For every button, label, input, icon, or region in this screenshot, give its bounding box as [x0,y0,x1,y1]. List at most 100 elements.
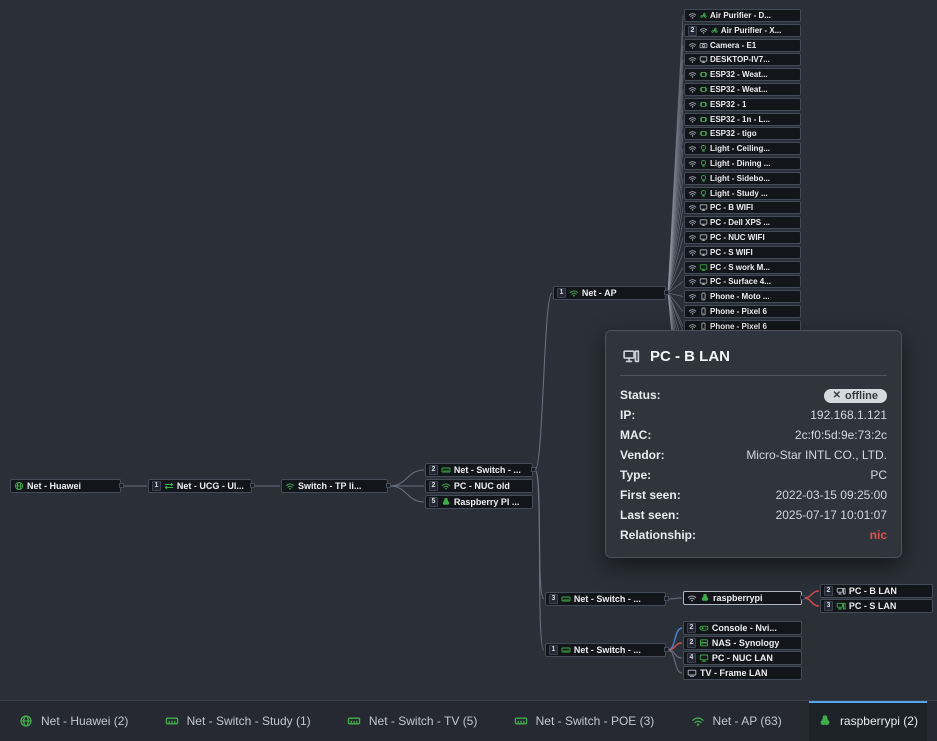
wifi-icon [688,218,697,227]
monitor-icon [699,55,708,64]
node-label: ESP32 - 1 [710,100,746,109]
monitor-icon [699,277,708,286]
monitor-icon [699,218,708,227]
monitor-icon [699,248,708,257]
port-badge: 1 [549,645,558,655]
node-label: ESP32 - Weat... [710,85,768,94]
popup-rows: Status:✕offlineIP:192.168.1.121MAC:2c:f0… [620,376,887,545]
node-esp32-tigo[interactable]: ESP32 - tigo [684,127,801,140]
node-pc-dell-xps[interactable]: PC - Dell XPS ... [684,216,801,229]
node-label: PC - S WIFI [710,248,753,257]
connector-dot [664,647,669,652]
node-tv-frame-lan[interactable]: TV - Frame LAN [683,666,802,680]
server-icon [699,638,709,648]
node-light-dining[interactable]: Light - Dining ... [684,157,801,170]
node-light-study[interactable]: Light - Study ... [684,187,801,200]
node-label: ESP32 - tigo [710,129,757,138]
node-pc-nuc-wifi[interactable]: PC - NUC WIFI [684,231,801,244]
node-esp32-1[interactable]: ESP32 - 1 [684,98,801,111]
node-light-ceiling[interactable]: Light - Ceiling... [684,142,801,155]
tab-raspberrypi-2[interactable]: raspberrypi (2) [809,701,927,741]
node-net-switch[interactable]: 1 Net - Switch - ... [545,643,666,657]
port-badge: 1 [557,288,566,298]
node-esp32-weat[interactable]: ESP32 - Weat... [684,83,801,96]
detail-label: Relationship: [620,528,696,542]
wifi-icon [441,481,451,491]
connector-dot [250,483,255,488]
gamepad-icon [699,623,709,633]
switch-icon [514,714,528,728]
detail-label: Vendor: [620,448,665,462]
node-label: ESP32 - Weat... [710,70,768,79]
wifi-icon [688,307,697,316]
wifi-icon [688,203,697,212]
detail-row: Status:✕offline [620,385,887,405]
node-camera-e1[interactable]: Camera - E1 [684,39,801,52]
tab-net-switch-poe-3[interactable]: Net - Switch - POE (3) [505,701,664,741]
detail-label: MAC: [620,428,651,442]
node-net-ap[interactable]: 1Net - AP [553,286,666,300]
pc-icon [622,347,640,365]
wifi-icon [688,55,697,64]
raspberry-icon [818,714,832,728]
monitor-icon [699,263,708,272]
node-air-purifier-x[interactable]: 2Air Purifier - X... [684,24,801,37]
tab-net-huawei-2[interactable]: Net - Huawei (2) [10,701,137,741]
node-pc-b-wifi[interactable]: PC - B WIFI [684,201,801,214]
node-net-switch[interactable]: 2Net - Switch - ... [425,463,533,477]
node-net-switch[interactable]: 3Net - Switch - ... [545,592,666,606]
node-switch-tp-li[interactable]: Switch - TP li... [281,479,388,493]
node-esp32-1n-l[interactable]: ESP32 - 1n - L... [684,113,801,126]
switch-icon [561,594,571,604]
node-nas-synology[interactable]: 2NAS - Synology [683,636,802,650]
node-pc-s-wifi[interactable]: PC - S WIFI [684,246,801,259]
tab-net-switch-study-1[interactable]: Net - Switch - Study (1) [156,701,320,741]
node-phone-pixel-6[interactable]: Phone - Pixel 6 [684,305,801,318]
wifi-icon [688,189,697,198]
connector-dot [386,483,391,488]
node-desktop-iv7[interactable]: DESKTOP-IV7... [684,53,801,66]
bottom-tab-bar: Net - Huawei (2) Net - Switch - Study (1)… [0,700,937,741]
port-badge: 3 [824,601,833,611]
node-pc-surface-4[interactable]: PC - Surface 4... [684,275,801,288]
tab-net-ap-63[interactable]: Net - AP (63) [682,701,791,741]
node-label: PC - B LAN [849,586,897,596]
node-pc-s-work-m[interactable]: PC - S work M... [684,261,801,274]
switch-icon [561,645,571,655]
node-label: Air Purifier - X... [721,26,781,35]
detail-value: 192.168.1.121 [810,408,887,422]
node-label: PC - NUC LAN [712,653,773,663]
monitor-icon [699,203,708,212]
node-esp32-weat[interactable]: ESP32 - Weat... [684,68,801,81]
node-label: Net - UCG - Ul... [177,481,244,491]
wifi-icon [285,481,295,491]
wifi-icon [688,100,697,109]
wifi-icon [569,288,579,298]
detail-value: 2025-07-17 10:01:07 [776,508,887,522]
node-pc-s-lan[interactable]: 3 PC - S LAN [820,599,933,613]
node-net-ucg-ul[interactable]: 1Net - UCG - Ul... [148,479,252,493]
wifi-icon [688,277,697,286]
node-net-huawei[interactable]: Net - Huawei [10,479,121,493]
node-raspberry-pi[interactable]: 5Raspberry PI ... [425,495,533,509]
port-badge: 2 [687,623,696,633]
node-console-nvi[interactable]: 2Console - Nvi... [683,621,802,635]
port-badge: 3 [549,594,558,604]
node-label: NAS - Synology [712,638,780,648]
tab-label: Net - Switch - Study (1) [187,714,311,728]
raspberry-icon [441,497,451,507]
node-pc-nuc-old[interactable]: 2PC - NUC old [425,479,533,493]
node-pc-nuc-lan[interactable]: 4PC - NUC LAN [683,651,802,665]
node-label: PC - Surface 4... [710,277,771,286]
node-phone-moto[interactable]: Phone - Moto ... [684,290,801,303]
node-air-purifier-d[interactable]: Air Purifier - D... [684,9,801,22]
node-label: Phone - Moto ... [710,292,770,301]
tab-net-switch-tv-5[interactable]: Net - Switch - TV (5) [338,701,486,741]
detail-value: nic [870,528,887,542]
node-label: PC - S LAN [849,601,897,611]
node-label: Net - Switch - ... [574,645,641,655]
node-light-sidebo[interactable]: Light - Sidebo... [684,172,801,185]
node-pc-b-lan[interactable]: 2PC - B LAN [820,584,933,598]
wifi-icon [688,159,697,168]
node-raspberrypi[interactable]: raspberrypi [683,591,802,605]
